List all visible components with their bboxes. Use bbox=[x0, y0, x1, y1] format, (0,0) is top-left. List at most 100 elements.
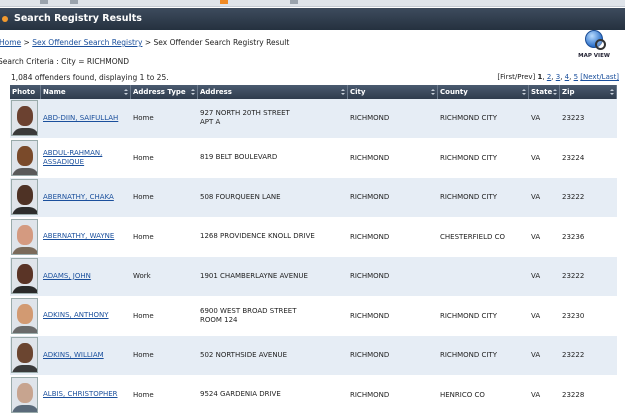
column-header-city[interactable]: City bbox=[348, 85, 438, 99]
offender-name-link[interactable]: ALBIS, CHRISTOPHER bbox=[43, 390, 118, 399]
offender-name-link[interactable]: ADAMS, JOHN bbox=[43, 272, 91, 281]
column-header-label: City bbox=[350, 88, 365, 96]
address-type-cell: Home bbox=[131, 139, 198, 178]
zip-cell: 23222 bbox=[560, 257, 617, 296]
city-cell: RICHMOND bbox=[348, 178, 438, 217]
column-header-state[interactable]: State bbox=[529, 85, 560, 99]
photo-cell bbox=[10, 99, 41, 138]
address-line-1: 1901 CHAMBERLAYNE AVENUE bbox=[200, 272, 308, 281]
column-header-address-type[interactable]: Address Type bbox=[131, 85, 198, 99]
map-view-button[interactable]: MAP VIEW bbox=[576, 30, 612, 60]
pager-page-link[interactable]: 5 bbox=[574, 73, 578, 81]
state-cell: VA bbox=[529, 257, 560, 296]
photo-face bbox=[17, 185, 33, 205]
zip-cell: 23230 bbox=[560, 297, 617, 336]
address-line-1: 9524 GARDENIA DRIVE bbox=[200, 390, 281, 399]
offender-name-link[interactable]: ADKINS, ANTHONY bbox=[43, 311, 109, 320]
county-cell: RICHMOND CITY bbox=[438, 297, 529, 336]
photo-cell bbox=[10, 297, 41, 336]
mugshot-photo[interactable] bbox=[11, 298, 38, 334]
offender-name-link[interactable]: ABERNATHY, CHAKA bbox=[43, 193, 114, 202]
county-cell: RICHMOND CITY bbox=[438, 178, 529, 217]
photo-cell bbox=[10, 178, 41, 217]
photo-shoulders bbox=[12, 168, 38, 176]
sort-arrows-icon bbox=[610, 89, 614, 95]
address-type-cell: Home bbox=[131, 376, 198, 415]
table-row: ABERNATHY, WAYNEHome1268 PROVIDENCE KNOL… bbox=[10, 218, 617, 258]
county-cell: HENRICO CO bbox=[438, 376, 529, 415]
mugshot-photo[interactable] bbox=[11, 258, 38, 294]
photo-shoulders bbox=[12, 405, 38, 413]
toolbar-icon bbox=[40, 0, 48, 4]
pager-page-link[interactable]: 3 bbox=[556, 73, 560, 81]
column-header-name[interactable]: Name bbox=[41, 85, 131, 99]
address-type-cell: Home bbox=[131, 178, 198, 217]
photo-shoulders bbox=[12, 128, 38, 136]
zip-cell: 23222 bbox=[560, 178, 617, 217]
offender-name-link[interactable]: ABERNATHY, WAYNE bbox=[43, 232, 114, 241]
table-row: ADAMS, JOHNWork1901 CHAMBERLAYNE AVENUER… bbox=[10, 257, 617, 297]
address-line-1: 6900 WEST BROAD STREET bbox=[200, 307, 297, 316]
state-cell: VA bbox=[529, 178, 560, 217]
offender-name-link[interactable]: ADKINS, WILLIAM bbox=[43, 351, 104, 360]
address-type-cell: Home bbox=[131, 297, 198, 336]
table-row: ABD-DIIN, SAIFULLAHHome927 NORTH 20TH ST… bbox=[10, 99, 617, 139]
photo-face bbox=[17, 225, 33, 245]
city-cell: RICHMOND bbox=[348, 139, 438, 178]
county-cell: CHESTERFIELD CO bbox=[438, 218, 529, 257]
photo-cell bbox=[10, 218, 41, 257]
column-header-county[interactable]: County bbox=[438, 85, 529, 99]
pagination: [First/Prev] 1, 2, 3, 4, 5 [Next/Last] bbox=[497, 73, 619, 81]
photo-shoulders bbox=[12, 365, 38, 373]
breadcrumb-separator: > bbox=[24, 38, 30, 47]
column-header-label: Name bbox=[43, 88, 66, 96]
table-row: ADKINS, ANTHONY Home6900 WEST BROAD STREE… bbox=[10, 297, 617, 337]
offender-name-link[interactable]: ABDUL-RAHMAN, ASSADIQUE bbox=[43, 149, 131, 167]
state-cell: VA bbox=[529, 376, 560, 415]
address-line-1: 508 FOURQUEEN LANE bbox=[200, 193, 281, 202]
state-cell: VA bbox=[529, 297, 560, 336]
address-cell: 502 NORTHSIDE AVENUE bbox=[198, 336, 348, 375]
county-cell: RICHMOND CITY bbox=[438, 139, 529, 178]
results-count: 1,084 offenders found, displaying 1 to 2… bbox=[11, 73, 169, 82]
mugshot-photo[interactable] bbox=[11, 337, 38, 373]
zip-cell: 23222 bbox=[560, 336, 617, 375]
photo-cell bbox=[10, 376, 41, 415]
pager-next-last-link[interactable]: [Next/Last] bbox=[580, 73, 619, 81]
name-cell: ADAMS, JOHN bbox=[41, 257, 131, 296]
breadcrumb-current: Sex Offender Search Registry Result bbox=[154, 38, 290, 47]
state-cell: VA bbox=[529, 99, 560, 138]
photo-shoulders bbox=[12, 286, 38, 294]
mugshot-photo[interactable] bbox=[11, 219, 38, 255]
pager-current-page: 1 bbox=[537, 73, 542, 81]
page-title: Search Registry Results bbox=[14, 8, 142, 30]
pager-page-link[interactable]: 4 bbox=[565, 73, 569, 81]
column-header-address[interactable]: Address bbox=[198, 85, 348, 99]
address-cell: 927 NORTH 20TH STREETAPT A bbox=[198, 99, 348, 138]
column-header-label: Address Type bbox=[133, 88, 186, 96]
pager-page-link[interactable]: 2 bbox=[547, 73, 551, 81]
photo-shoulders bbox=[12, 247, 38, 255]
mugshot-photo[interactable] bbox=[11, 179, 38, 215]
breadcrumb-search-link[interactable]: Sex Offender Search Registry bbox=[32, 38, 142, 47]
name-cell: ABDUL-RAHMAN, ASSADIQUE bbox=[41, 139, 131, 178]
globe-magnifier-icon bbox=[585, 30, 603, 48]
results-title-bar: Search Registry Results bbox=[0, 8, 625, 30]
address-type-cell: Home bbox=[131, 336, 198, 375]
mugshot-photo[interactable] bbox=[11, 377, 38, 413]
mugshot-photo[interactable] bbox=[11, 100, 38, 136]
city-cell: RICHMOND bbox=[348, 218, 438, 257]
breadcrumb-home-link[interactable]: Home bbox=[0, 38, 21, 47]
zip-cell: 23228 bbox=[560, 376, 617, 415]
mugshot-photo[interactable] bbox=[11, 140, 38, 176]
zip-cell: 23223 bbox=[560, 99, 617, 138]
browser-toolbar-strip bbox=[0, 0, 625, 7]
name-cell: ALBIS, CHRISTOPHER bbox=[41, 376, 131, 415]
column-header-zip[interactable]: Zip bbox=[560, 85, 617, 99]
photo-face bbox=[17, 146, 33, 166]
offender-name-link[interactable]: ABD-DIIN, SAIFULLAH bbox=[43, 114, 118, 123]
state-cell: VA bbox=[529, 139, 560, 178]
zip-cell: 23236 bbox=[560, 218, 617, 257]
photo-face bbox=[17, 264, 33, 284]
table-body: ABD-DIIN, SAIFULLAHHome927 NORTH 20TH ST… bbox=[10, 99, 617, 415]
